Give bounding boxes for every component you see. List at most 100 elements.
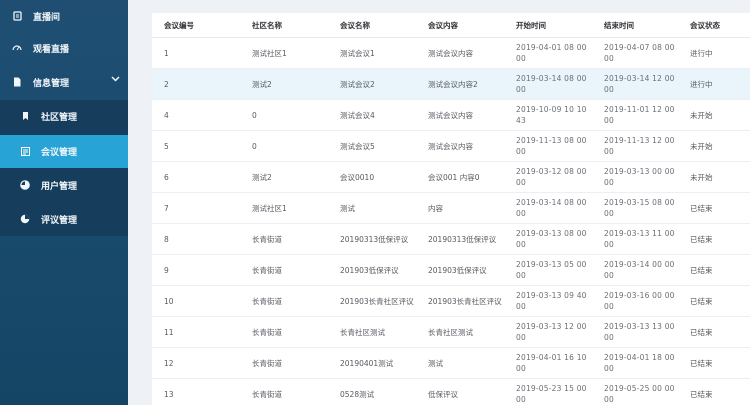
table-row[interactable]: 13 长青街道 0528测试 低保评议 2019-05-23 15 00 00 2019-…	[152, 378, 750, 405]
cell-meeting-name: 测试会议1	[328, 37, 416, 69]
cell-community-name: 长青街道	[240, 285, 328, 317]
column-header-meeting-content[interactable]: 会议内容	[416, 13, 504, 38]
column-header-community-name[interactable]: 社区名称	[240, 13, 328, 38]
cell-meeting-content: 低保评议	[416, 378, 504, 405]
table-row[interactable]: 7 测试社区1 测试 内容 2019-03-14 08 00 00 2019-03-15 …	[152, 192, 750, 224]
meeting-table-panel: 会议编号 社区名称 会议名称 会议内容 开始时间 结束时间 会议状态 1 测试社区…	[152, 13, 750, 405]
sidebar: 直播间 观看直播 信息管理 社区管理 会议管理 用户管理 评议管理	[0, 0, 128, 405]
cell-meeting-id: 6	[152, 161, 240, 193]
sidebar-item-info-management[interactable]: 信息管理	[0, 67, 128, 97]
sidebar-item-review-management[interactable]: 评议管理	[0, 204, 128, 234]
cell-meeting-id: 11	[152, 316, 240, 348]
cell-meeting-content: 测试会议内容	[416, 99, 504, 131]
cell-meeting-name: 测试会议5	[328, 130, 416, 162]
sidebar-item-label: 会议管理	[41, 148, 78, 158]
sidebar-item-label: 直播间	[33, 12, 61, 23]
cell-meeting-content: 内容	[416, 192, 504, 224]
cell-meeting-status: 已结束	[678, 316, 750, 348]
watch-live-icon	[9, 44, 25, 52]
table-row[interactable]: 8 长青街道 20190313低保评议 20190313低保评议 2019-03-13 …	[152, 223, 750, 255]
main-content: 会议编号 社区名称 会议名称 会议内容 开始时间 结束时间 会议状态 1 测试社区…	[128, 0, 750, 405]
sidebar-item-live-room[interactable]: 直播间	[0, 1, 128, 31]
table-row[interactable]: 9 长青街道 201903低保评议 201903低保评议 2019-03-13 05 0…	[152, 254, 750, 286]
cell-start-time: 2019-03-13 09 40 00	[504, 285, 592, 317]
table-row[interactable]: 4 0 测试会议4 测试会议内容 2019-10-09 10 10 43 2019-11-…	[152, 99, 750, 131]
cell-community-name: 长青街道	[240, 378, 328, 405]
table-row[interactable]: 1 测试社区1 测试会议1 测试会议内容 2019-04-01 08 00 00 2019…	[152, 37, 750, 69]
cell-meeting-status: 已结束	[678, 254, 750, 286]
sidebar-item-user-management[interactable]: 用户管理	[0, 170, 128, 200]
sidebar-item-meeting-management[interactable]: 会议管理	[0, 135, 128, 168]
sidebar-item-label: 用户管理	[41, 181, 78, 192]
cell-meeting-content: 测试会议内容	[416, 37, 504, 69]
table-row[interactable]: 2 测试2 测试会议2 测试会议内容2 2019-03-14 08 00 00 2019-…	[152, 68, 750, 100]
cell-community-name: 测试2	[240, 68, 328, 100]
cell-meeting-id: 10	[152, 285, 240, 317]
table-row[interactable]: 10 长青街道 201903长青社区评议 201903长青社区评议 2019-03-13…	[152, 285, 750, 317]
cell-start-time: 2019-10-09 10 10 43	[504, 99, 592, 131]
table-row[interactable]: 12 长青街道 20190401测试 测试 2019-04-01 16 10 00 201…	[152, 347, 750, 379]
cell-meeting-name: 201903低保评议	[328, 254, 416, 286]
cell-meeting-id: 7	[152, 192, 240, 224]
cell-meeting-name: 20190313低保评议	[328, 223, 416, 255]
cell-meeting-content: 测试会议内容2	[416, 68, 504, 100]
cell-meeting-content: 20190313低保评议	[416, 223, 504, 255]
table-row[interactable]: 5 0 测试会议5 测试会议内容 2019-11-13 08 00 00 2019-11-…	[152, 130, 750, 162]
cell-meeting-id: 9	[152, 254, 240, 286]
cell-meeting-status: 未开始	[678, 130, 750, 162]
cell-meeting-name: 测试会议2	[328, 68, 416, 100]
chevron-down-icon	[111, 75, 120, 85]
cell-meeting-id: 13	[152, 378, 240, 405]
sidebar-item-label: 评议管理	[41, 215, 78, 226]
cell-meeting-id: 2	[152, 68, 240, 100]
cell-end-time: 2019-05-25 00 00 00	[592, 378, 678, 405]
cell-end-time: 2019-03-13 13 00 00	[592, 316, 678, 348]
table-row[interactable]: 11 长青街道 长青社区测试 长青社区测试 2019-03-13 12 00 00 201…	[152, 316, 750, 348]
cell-meeting-status: 已结束	[678, 192, 750, 224]
cell-meeting-id: 12	[152, 347, 240, 379]
cell-end-time: 2019-03-13 00 00 00	[592, 161, 678, 193]
cell-community-name: 0	[240, 99, 328, 131]
column-header-start-time[interactable]: 开始时间	[504, 13, 592, 38]
sidebar-item-community-management[interactable]: 社区管理	[0, 101, 128, 131]
cell-end-time: 2019-04-07 08 00 00	[592, 37, 678, 69]
cell-meeting-id: 5	[152, 130, 240, 162]
cell-meeting-name: 测试	[328, 192, 416, 224]
app-window: 直播间 观看直播 信息管理 社区管理 会议管理 用户管理 评议管理 会议编号 社…	[0, 0, 750, 405]
sidebar-item-label: 社区管理	[41, 112, 78, 123]
cell-start-time: 2019-03-14 08 00 00	[504, 192, 592, 224]
cell-start-time: 2019-03-12 08 00 00	[504, 161, 592, 193]
cell-meeting-id: 1	[152, 37, 240, 69]
meeting-list-icon	[17, 147, 33, 156]
table-row[interactable]: 6 测试2 会议0010 会议001 内容0 2019-03-12 08 00 00 20…	[152, 161, 750, 193]
sidebar-item-label: 观看直播	[33, 44, 70, 55]
column-header-meeting-status[interactable]: 会议状态	[678, 13, 750, 38]
column-header-meeting-name[interactable]: 会议名称	[328, 13, 416, 38]
cell-end-time: 2019-03-16 00 00 00	[592, 285, 678, 317]
cell-community-name: 长青街道	[240, 254, 328, 286]
cell-community-name: 长青街道	[240, 223, 328, 255]
cell-end-time: 2019-11-01 12 00 00	[592, 99, 678, 131]
cell-start-time: 2019-04-01 16 10 00	[504, 347, 592, 379]
cell-start-time: 2019-03-13 08 00 00	[504, 223, 592, 255]
sidebar-item-watch-live[interactable]: 观看直播	[0, 33, 128, 63]
sidebar-item-label: 信息管理	[33, 78, 70, 89]
cell-community-name: 测试2	[240, 161, 328, 193]
cell-meeting-content: 测试	[416, 347, 504, 379]
cell-meeting-status: 进行中	[678, 68, 750, 100]
cell-end-time: 2019-03-14 00 00 00	[592, 254, 678, 286]
cell-meeting-status: 已结束	[678, 378, 750, 405]
cell-start-time: 2019-05-23 15 00 00	[504, 378, 592, 405]
cell-meeting-status: 未开始	[678, 161, 750, 193]
cell-end-time: 2019-03-15 08 00 00	[592, 192, 678, 224]
review-pie-icon	[17, 214, 33, 224]
cell-meeting-status: 已结束	[678, 285, 750, 317]
cell-end-time: 2019-11-13 12 00 00	[592, 130, 678, 162]
column-header-meeting-id[interactable]: 会议编号	[152, 13, 240, 38]
cell-end-time: 2019-04-01 18 00 00	[592, 347, 678, 379]
info-doc-icon	[9, 77, 25, 87]
user-pie-icon	[17, 180, 33, 190]
column-header-end-time[interactable]: 结束时间	[592, 13, 678, 38]
cell-start-time: 2019-03-13 12 00 00	[504, 316, 592, 348]
cell-community-name: 测试社区1	[240, 192, 328, 224]
